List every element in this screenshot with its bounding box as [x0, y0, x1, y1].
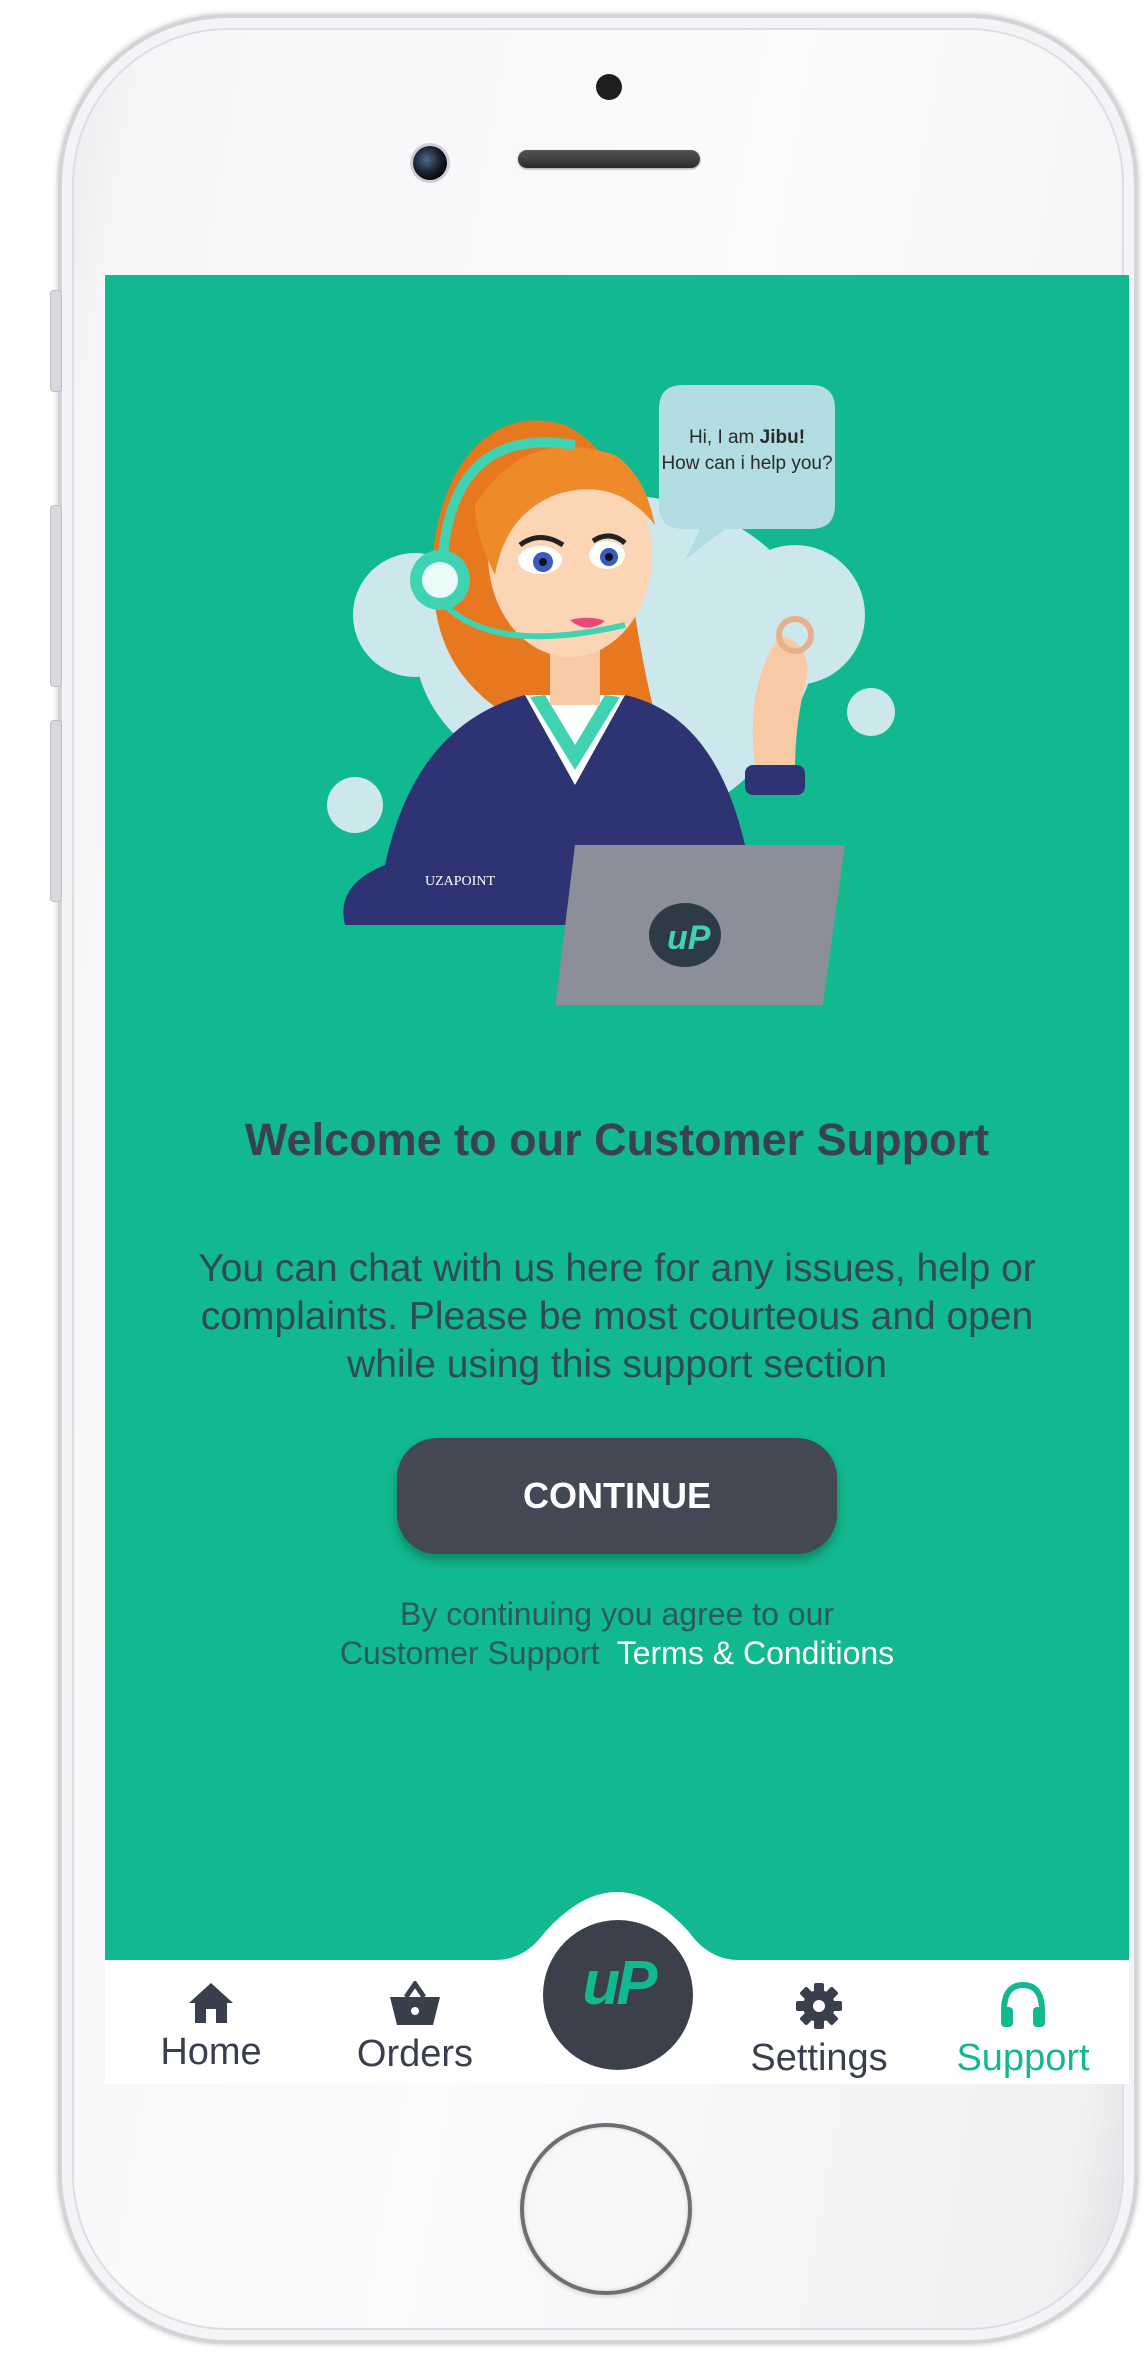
terms-conditions-link[interactable]: Terms & Conditions	[617, 1635, 894, 1671]
disclaimer-prefix: Customer Support	[339, 1635, 600, 1671]
earpiece-speaker	[518, 150, 700, 168]
disclaimer-line2: Customer Support Terms & Conditions	[105, 1634, 1129, 1673]
volume-up-button	[50, 505, 62, 687]
front-camera	[413, 146, 447, 180]
volume-down-button	[50, 720, 62, 902]
page-title: Welcome to our Customer Support	[244, 1114, 990, 1165]
nav-label-home: Home	[160, 2031, 262, 2073]
shirt-brand-text: UZAPOINT	[425, 874, 495, 889]
home-icon	[189, 1983, 233, 2023]
center-logo-button[interactable]: uP	[543, 1920, 693, 2070]
disclaimer-line1: By continuing you agree to our	[399, 1596, 835, 1632]
mute-switch	[50, 290, 62, 392]
app-logo: uP	[582, 1949, 657, 2018]
speech-bubble-line1: Hi, I am Jibu!	[689, 427, 805, 448]
gear-icon	[796, 1983, 842, 2029]
nav-label-orders: Orders	[356, 2033, 474, 2075]
basket-icon	[390, 1981, 440, 2025]
support-agent-illustration: uP UZAPOINT Hi, I am Jibu! How can i hel…	[327, 385, 895, 1005]
proximity-sensor	[596, 74, 622, 100]
nav-label-support: Support	[956, 2037, 1090, 2079]
app-screen: uP UZAPOINT Hi, I am Jibu! How can i hel…	[105, 275, 1129, 2084]
speech-bubble-line2: How can i help you?	[661, 453, 832, 474]
support-description: You can chat with us here for any issues…	[198, 1247, 1036, 1386]
nav-label-settings: Settings	[750, 2037, 888, 2079]
headset-icon	[1001, 1981, 1045, 2027]
terms-disclaimer: By continuing you agree to our Customer …	[105, 1595, 1129, 1673]
continue-button[interactable]: CONTINUE	[397, 1438, 837, 1554]
nav-item-orders[interactable]: Orders	[330, 1981, 500, 2076]
laptop-logo: uP	[667, 919, 711, 957]
nav-item-support[interactable]: Support	[938, 1981, 1108, 2080]
home-button[interactable]	[520, 2123, 692, 2295]
nav-item-settings[interactable]: Settings	[734, 1981, 904, 2080]
nav-item-home[interactable]: Home	[126, 1981, 296, 2074]
